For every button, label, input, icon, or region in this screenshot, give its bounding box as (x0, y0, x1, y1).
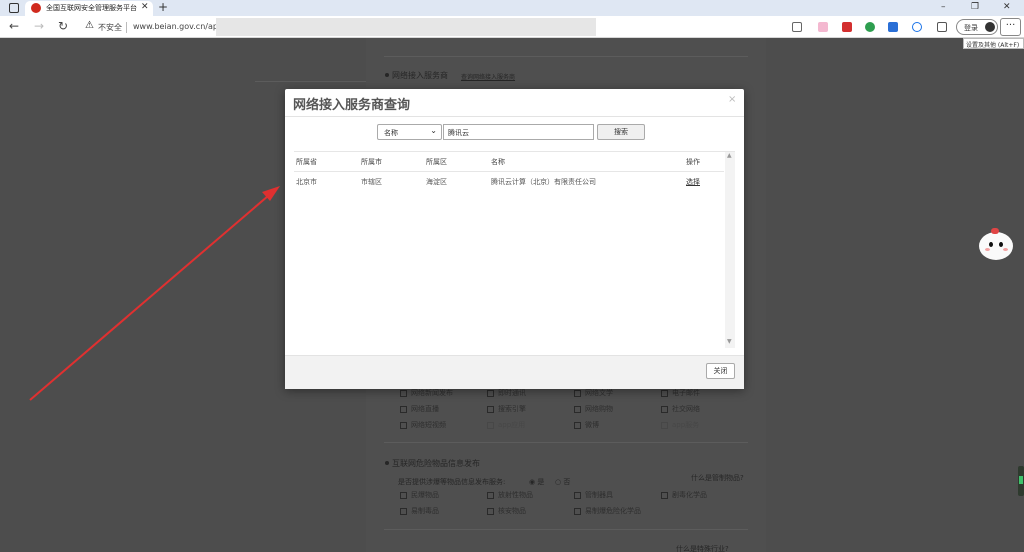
redacted-url-area (216, 18, 596, 36)
select-link[interactable]: 选择 (686, 177, 700, 187)
maximize-icon[interactable]: ❐ (971, 2, 979, 12)
column-header-name: 名称 (491, 158, 505, 166)
special-industry-help-link[interactable]: 什么是特殊行业? (676, 544, 729, 552)
goods-option[interactable]: 剧毒化学品 (661, 490, 707, 500)
dialog-title: 网络接入服务商查询 (293, 98, 411, 113)
extension-check-icon[interactable] (865, 22, 875, 32)
mascot-bow-icon (991, 228, 999, 234)
goods-option[interactable]: 管制器具 (574, 490, 613, 500)
goods-option[interactable]: 易制毒品 (400, 506, 439, 516)
service-option[interactable]: app应用 (487, 420, 525, 430)
scroll-up-icon[interactable]: ▲ (727, 152, 732, 159)
divider (255, 81, 366, 82)
dialog-close-button[interactable]: 关闭 (706, 363, 735, 379)
goods-option[interactable]: 放射性物品 (487, 490, 533, 500)
collections-icon[interactable] (937, 22, 947, 32)
browser-toolbar: ← → ↻ ⚠ 不安全 www.beian.gov.cn/apply/i 登录 … (0, 16, 1024, 38)
settings-more-button[interactable]: ··· (1000, 18, 1021, 36)
minimize-icon[interactable]: – (941, 2, 946, 12)
mascot-eye-icon (989, 242, 993, 247)
isp-query-link[interactable]: 查询网络接入服务商 (461, 72, 515, 81)
extension-pig-icon[interactable] (818, 22, 828, 32)
cell-district: 海淀区 (426, 178, 447, 186)
goods-option[interactable]: 核安物品 (487, 506, 526, 516)
login-button[interactable]: 登录 (956, 19, 998, 35)
browser-tab[interactable]: 全国互联网安全管理服务平台 ✕ (25, 1, 153, 16)
side-widget-icon (1019, 476, 1023, 484)
search-field-select[interactable]: 名称 ⌄ (377, 124, 442, 140)
section-goods-title: 互联网危险物品信息发布 (392, 459, 480, 468)
security-label[interactable]: 不安全 (98, 22, 122, 33)
service-option[interactable]: 网络购物 (574, 404, 613, 414)
service-option[interactable]: 网络短视频 (400, 420, 446, 430)
service-option[interactable]: 搜索引擎 (487, 404, 526, 414)
service-option[interactable]: 微博 (574, 420, 599, 430)
login-label: 登录 (964, 24, 978, 32)
controlled-goods-help-link[interactable]: 什么是管制物品? (691, 473, 744, 483)
tab-close-icon[interactable]: ✕ (141, 2, 149, 12)
service-option[interactable]: 网络直播 (400, 404, 439, 414)
search-button[interactable]: 搜索 (597, 124, 645, 140)
section-isp-title: 网络接入服务商 (392, 71, 448, 80)
chevron-down-icon: ⌄ (430, 126, 437, 135)
goods-option[interactable]: 民爆物品 (400, 490, 439, 500)
window-menu-icon[interactable] (9, 3, 19, 13)
browser-tab-bar: 全国互联网安全管理服务平台 ✕ + – ❐ ✕ (0, 0, 1024, 16)
dialog-close-icon[interactable]: × (728, 94, 736, 105)
mascot-head-icon (979, 232, 1013, 260)
column-header-province: 所属省 (296, 158, 317, 166)
service-option[interactable]: 社交网络 (661, 404, 700, 414)
service-option[interactable]: app服务 (661, 420, 699, 430)
header-divider (294, 171, 724, 172)
tab-title: 全国互联网安全管理服务平台 (46, 4, 137, 12)
cell-name: 腾讯云计算（北京）有限责任公司 (491, 178, 596, 186)
search-input[interactable]: 腾讯云 (443, 124, 594, 140)
window-close-icon[interactable]: ✕ (1003, 2, 1011, 12)
result-table: 所属省 所属市 所属区 名称 操作 北京市 市辖区 海淀区 腾讯云计算（北京）有… (294, 151, 735, 348)
address-divider (126, 22, 127, 33)
table-scrollbar[interactable]: ▲ ▼ (725, 152, 735, 348)
goods-radio-yes[interactable]: ◉ 是 (529, 477, 544, 487)
cell-province: 北京市 (296, 178, 317, 186)
isp-query-dialog: 网络接入服务商查询 × 名称 ⌄ 腾讯云 搜索 所属省 所属市 所属区 名称 操… (285, 89, 744, 389)
scroll-down-icon[interactable]: ▼ (727, 338, 732, 345)
goods-option[interactable]: 易制爆危险化学品 (574, 506, 641, 516)
back-icon[interactable]: ← (9, 19, 19, 33)
service-option[interactable]: 电子邮件 (661, 388, 700, 398)
mascot-cheek-icon (985, 248, 990, 251)
mascot-widget[interactable] (977, 228, 1015, 264)
service-option[interactable]: 网络新闻发布 (400, 388, 453, 398)
side-widget-tab[interactable] (1018, 466, 1024, 496)
forward-icon[interactable]: → (34, 19, 44, 33)
column-header-district: 所属区 (426, 158, 447, 166)
extension-translate-icon[interactable] (888, 22, 898, 32)
warning-icon[interactable]: ⚠ (85, 20, 94, 31)
column-header-city: 所属市 (361, 158, 382, 166)
site-favicon-icon (31, 3, 41, 13)
mascot-eye-icon (999, 242, 1003, 247)
service-option[interactable]: 网络文学 (574, 388, 613, 398)
section-bullet (385, 461, 389, 465)
favorite-star-icon[interactable] (792, 22, 802, 32)
cell-city: 市辖区 (361, 178, 382, 186)
new-tab-button[interactable]: + (158, 0, 168, 14)
divider (384, 56, 748, 57)
divider (384, 442, 748, 443)
search-field-value: 名称 (384, 129, 398, 137)
settings-tooltip: 设置及其他 (Alt+F) (963, 38, 1024, 49)
section-bullet (385, 73, 389, 77)
divider (384, 529, 748, 530)
dialog-divider (285, 116, 744, 117)
goods-question: 是否提供涉爆等物品信息发布服务: (398, 478, 506, 486)
column-header-action: 操作 (686, 158, 700, 166)
service-option[interactable]: 即时通讯 (487, 388, 526, 398)
goods-radio-no[interactable]: ○ 否 (555, 477, 570, 487)
avatar (985, 22, 995, 32)
mascot-cheek-icon (1003, 248, 1008, 251)
dialog-footer (285, 355, 744, 389)
extension-edge-icon[interactable] (912, 22, 922, 32)
extension-pdf-icon[interactable] (842, 22, 852, 32)
refresh-icon[interactable]: ↻ (58, 19, 68, 33)
